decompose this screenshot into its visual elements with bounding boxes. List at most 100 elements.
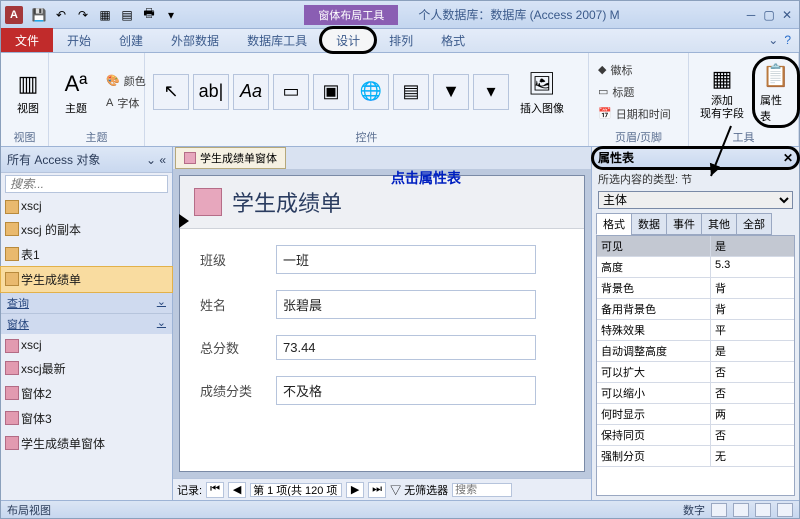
nav-form-item[interactable]: 窗体2 — [1, 381, 172, 406]
close-icon[interactable]: ✕ — [783, 151, 793, 165]
tab-arrange[interactable]: 排列 — [375, 28, 427, 52]
restore-icon[interactable]: ▢ — [761, 7, 777, 23]
insert-image-button[interactable]: 🖼 插入图像 — [513, 65, 571, 119]
view-button[interactable]: ▥ 视图 — [5, 65, 51, 119]
tab-design[interactable]: 设计 — [321, 28, 375, 52]
property-grid[interactable]: 可见是高度5.3背景色背备用背景色背特殊效果平自动调整高度是可以扩大否可以缩小否… — [596, 235, 795, 496]
nav-header[interactable]: 所有 Access 对象 ⌄ « — [1, 147, 172, 173]
property-value[interactable]: 否 — [711, 362, 794, 382]
property-value[interactable]: 5.3 — [711, 257, 794, 277]
qat-more-icon[interactable]: ▾ — [161, 5, 181, 25]
fonts-button[interactable]: A字体 — [101, 93, 151, 113]
tab-tool[interactable]: ▣ — [313, 74, 349, 110]
nav-table-item[interactable]: xscj 的副本 — [1, 217, 172, 242]
tab-format[interactable]: 格式 — [427, 28, 479, 52]
navigation-tool[interactable]: ▤ — [393, 74, 429, 110]
nav-group-query[interactable]: 查询⌄ — [1, 292, 172, 313]
property-value[interactable]: 平 — [711, 320, 794, 340]
window-controls: ─ ▢ ✕ — [743, 7, 795, 23]
colors-button[interactable]: 🎨颜色 — [101, 71, 151, 91]
help-icon[interactable]: ? — [784, 33, 791, 47]
last-record-button[interactable]: ⏭ — [368, 482, 386, 498]
prop-tab-other[interactable]: 其他 — [701, 213, 737, 235]
nav-table-item[interactable]: 学生成绩单 — [1, 267, 172, 292]
record-position-input[interactable] — [250, 483, 342, 497]
excel-icon[interactable]: ▦ — [95, 5, 115, 25]
property-row[interactable]: 备用背景色背 — [597, 299, 794, 320]
word-icon[interactable]: ▤ — [117, 5, 137, 25]
logo-button[interactable]: ◆徽标 — [593, 60, 676, 80]
prop-tab-event[interactable]: 事件 — [666, 213, 702, 235]
field-value[interactable]: 不及格 — [276, 376, 536, 405]
property-value[interactable]: 背 — [711, 299, 794, 319]
prop-tab-all[interactable]: 全部 — [736, 213, 772, 235]
nav-group-forms[interactable]: 窗体⌄ — [1, 313, 172, 334]
form-canvas[interactable]: 学生成绩单 班级一班姓名张碧晨总分数73.44成绩分类不及格 — [179, 175, 585, 472]
textbox-tool[interactable]: ab| — [193, 74, 229, 110]
nav-form-item[interactable]: xscj最新 — [1, 356, 172, 381]
property-row[interactable]: 保持同页否 — [597, 425, 794, 446]
tab-database-tools[interactable]: 数据库工具 — [233, 28, 321, 52]
themes-button[interactable]: Aª 主题 — [53, 65, 99, 119]
add-existing-fields-button[interactable]: ▦ 添加 现有字段 — [693, 60, 751, 122]
property-sheet-button[interactable]: 📋 属性表 — [753, 57, 799, 127]
view-layout-icon[interactable] — [755, 503, 771, 517]
button-tool[interactable]: ▭ — [273, 74, 309, 110]
save-icon[interactable]: 💾 — [29, 5, 49, 25]
property-row[interactable]: 背景色背 — [597, 278, 794, 299]
view-datasheet-icon[interactable] — [733, 503, 749, 517]
more-controls-icon[interactable]: ▾ — [473, 74, 509, 110]
datetime-button[interactable]: 📅日期和时间 — [593, 104, 676, 124]
combobox-tool[interactable]: ▼ — [433, 74, 469, 110]
field-value[interactable]: 73.44 — [276, 335, 536, 360]
hyperlink-tool[interactable]: 🌐 — [353, 74, 389, 110]
property-value[interactable]: 两 — [711, 404, 794, 424]
prop-tab-format[interactable]: 格式 — [596, 213, 632, 235]
property-value[interactable]: 无 — [711, 446, 794, 466]
prop-tab-data[interactable]: 数据 — [631, 213, 667, 235]
property-value[interactable]: 否 — [711, 383, 794, 403]
pointer-tool[interactable]: ↖ — [153, 74, 189, 110]
property-value[interactable]: 是 — [711, 236, 794, 256]
nav-form-item[interactable]: 学生成绩单窗体 — [1, 431, 172, 456]
view-form-icon[interactable] — [711, 503, 727, 517]
property-value[interactable]: 背 — [711, 278, 794, 298]
chevron-down-icon[interactable]: ⌄ « — [146, 153, 166, 167]
nav-table-item[interactable]: xscj — [1, 195, 172, 217]
undo-icon[interactable]: ↶ — [51, 5, 71, 25]
ribbon-minimize-icon[interactable]: ⌄ — [768, 33, 778, 47]
record-search-input[interactable] — [452, 483, 512, 497]
property-value[interactable]: 是 — [711, 341, 794, 361]
property-object-selector[interactable]: 主体 — [598, 191, 793, 209]
property-row[interactable]: 自动调整高度是 — [597, 341, 794, 362]
tab-home[interactable]: 开始 — [53, 28, 105, 52]
property-row[interactable]: 何时显示两 — [597, 404, 794, 425]
tab-external-data[interactable]: 外部数据 — [157, 28, 233, 52]
property-row[interactable]: 特殊效果平 — [597, 320, 794, 341]
view-design-icon[interactable] — [777, 503, 793, 517]
close-icon[interactable]: ✕ — [779, 7, 795, 23]
property-value[interactable]: 否 — [711, 425, 794, 445]
nav-form-item[interactable]: xscj — [1, 334, 172, 356]
property-row[interactable]: 可见是 — [597, 236, 794, 257]
minimize-icon[interactable]: ─ — [743, 7, 759, 23]
search-input[interactable] — [5, 175, 168, 193]
document-tab[interactable]: 学生成绩单窗体 — [175, 147, 286, 169]
property-row[interactable]: 高度5.3 — [597, 257, 794, 278]
file-tab[interactable]: 文件 — [1, 28, 53, 52]
first-record-button[interactable]: ⏮ — [206, 482, 224, 498]
tab-create[interactable]: 创建 — [105, 28, 157, 52]
property-row[interactable]: 可以缩小否 — [597, 383, 794, 404]
title-button[interactable]: ▭标题 — [593, 82, 676, 102]
property-row[interactable]: 强制分页无 — [597, 446, 794, 467]
next-record-button[interactable]: ▶ — [346, 482, 364, 498]
print-icon[interactable]: 🖶 — [139, 5, 159, 25]
redo-icon[interactable]: ↷ — [73, 5, 93, 25]
nav-form-item[interactable]: 窗体3 — [1, 406, 172, 431]
label-tool[interactable]: Aa — [233, 74, 269, 110]
property-row[interactable]: 可以扩大否 — [597, 362, 794, 383]
field-value[interactable]: 张碧晨 — [276, 290, 536, 319]
nav-table-item[interactable]: 表1 — [1, 242, 172, 267]
field-value[interactable]: 一班 — [276, 245, 536, 274]
prev-record-button[interactable]: ◀ — [228, 482, 246, 498]
